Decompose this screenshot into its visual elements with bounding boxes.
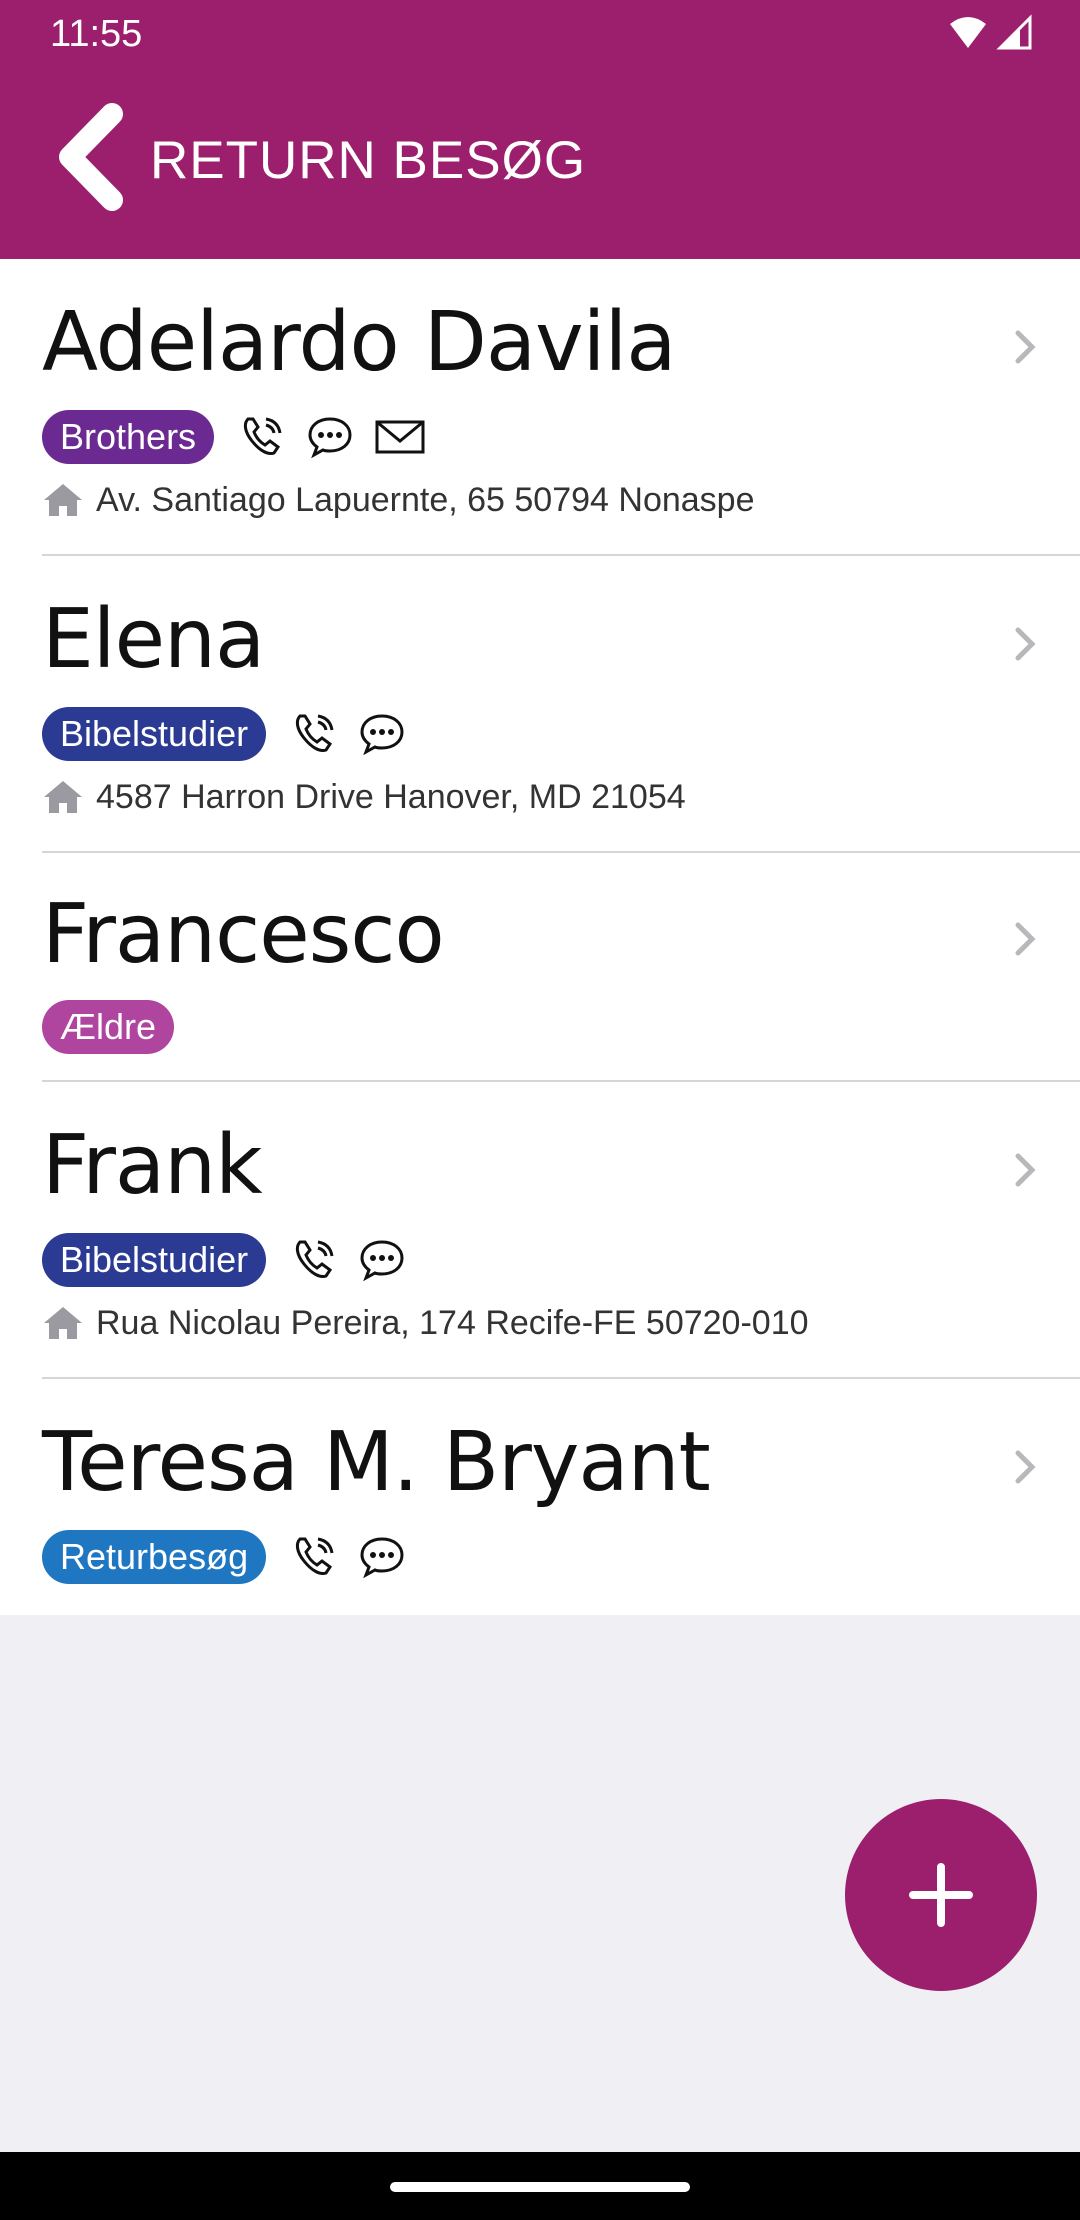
contact-address: 4587 Harron Drive Hanover, MD 21054 <box>96 777 686 816</box>
status-badge: Bibelstudier <box>42 707 267 761</box>
email-icon[interactable] <box>374 413 426 461</box>
wifi-icon <box>950 17 986 48</box>
contact-row[interactable]: Adelardo Davila Brothers Av. Santiago La… <box>0 259 1080 556</box>
message-icon[interactable] <box>358 1236 406 1284</box>
contact-name: Teresa M. Bryant <box>42 1415 711 1510</box>
home-icon <box>44 781 82 813</box>
phone-icon[interactable] <box>290 1236 338 1284</box>
signal-icon <box>996 14 1032 50</box>
contact-name: Adelardo Davila <box>42 295 676 390</box>
contact-row[interactable]: Elena Bibelstudier 4587 Harron Drive Han… <box>0 556 1080 853</box>
message-icon[interactable] <box>358 710 406 758</box>
system-nav-bar <box>0 2152 1080 2220</box>
phone-icon[interactable] <box>290 1533 338 1581</box>
message-icon[interactable] <box>306 413 354 461</box>
home-icon <box>44 484 82 516</box>
home-gesture-handle[interactable] <box>390 2182 690 2192</box>
status-badge: Brothers <box>42 410 215 464</box>
status-time: 11:55 <box>50 13 143 55</box>
chevron-right-icon <box>1015 627 1036 661</box>
status-badge: Bibelstudier <box>42 1233 267 1287</box>
plus-icon <box>909 1863 973 1927</box>
chevron-left-icon <box>59 103 123 211</box>
phone-icon[interactable] <box>290 710 338 758</box>
contact-name: Frank <box>42 1118 263 1213</box>
phone-icon[interactable] <box>238 413 286 461</box>
contact-list: Adelardo Davila Brothers Av. Santiago La… <box>0 259 1080 1615</box>
app-header: 11:55 RETURN BESØG <box>0 0 1080 259</box>
back-button[interactable] <box>40 100 140 215</box>
status-icons <box>948 14 1038 54</box>
contact-row[interactable]: Frank Bibelstudier Rua Nicolau Pereira, … <box>0 1082 1080 1379</box>
contact-address: Av. Santiago Lapuernte, 65 50794 Nonaspe <box>96 480 755 519</box>
contact-row[interactable]: Francesco Ældre <box>0 853 1080 1082</box>
add-contact-button[interactable] <box>845 1799 1037 1991</box>
status-badge: Returbesøg <box>42 1530 267 1584</box>
contact-name: Elena <box>42 592 265 687</box>
chevron-right-icon <box>1015 1153 1036 1187</box>
home-icon <box>44 1307 82 1339</box>
contact-address: Rua Nicolau Pereira, 174 Recife-FE 50720… <box>96 1303 809 1342</box>
chevron-right-icon <box>1015 922 1036 956</box>
page-title: RETURN BESØG <box>150 131 587 190</box>
contact-name: Francesco <box>42 887 445 982</box>
chevron-right-icon <box>1015 1450 1036 1484</box>
message-icon[interactable] <box>358 1533 406 1581</box>
chevron-right-icon <box>1015 330 1036 364</box>
status-badge: Ældre <box>42 1000 175 1054</box>
contact-row[interactable]: Teresa M. Bryant Returbesøg <box>0 1379 1080 1615</box>
